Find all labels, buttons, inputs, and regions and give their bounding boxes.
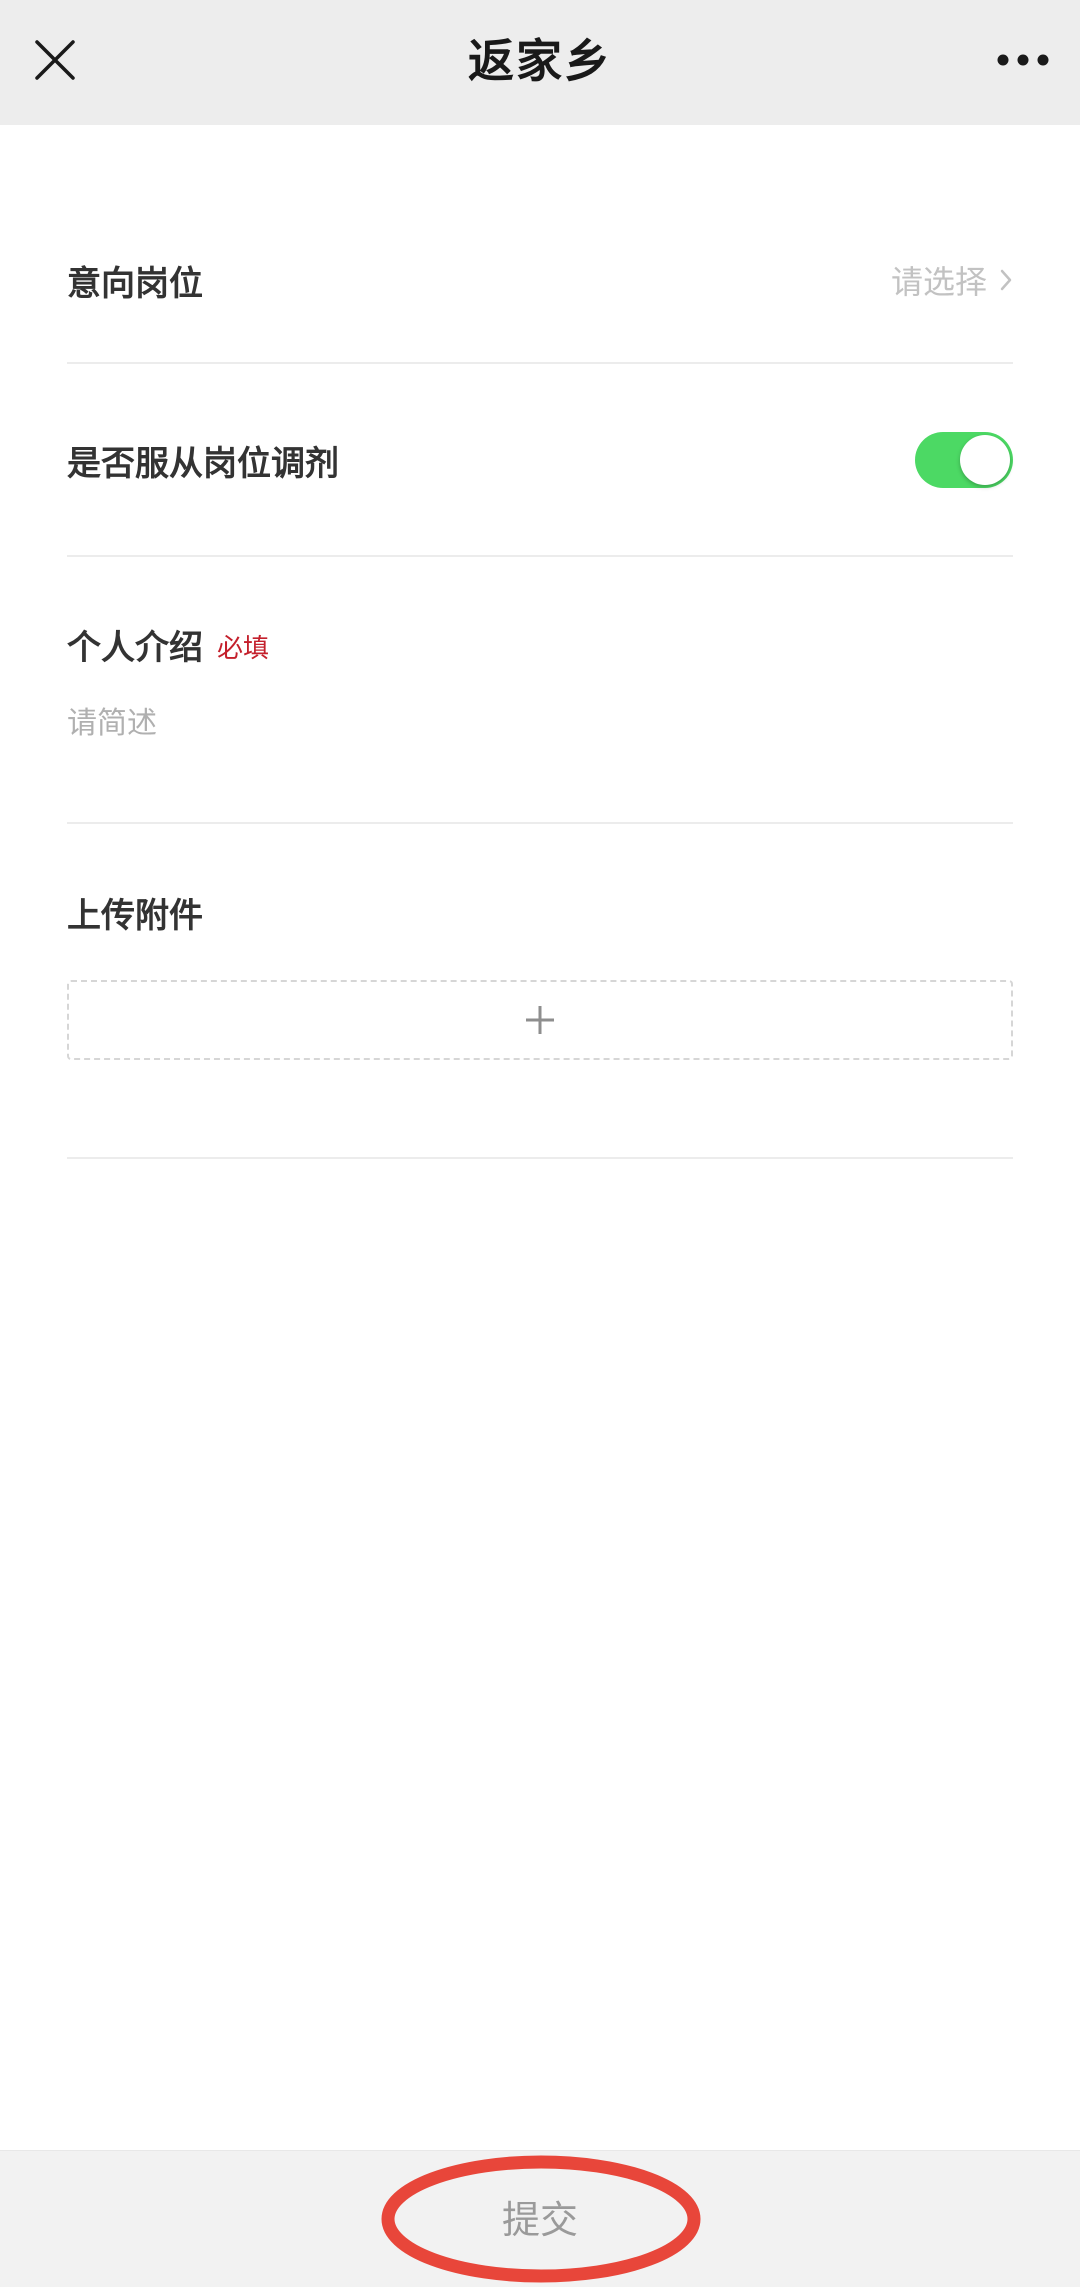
- divider: [67, 362, 1013, 364]
- adjust-row: 是否服从岗位调剂: [67, 420, 1013, 500]
- divider: [67, 1157, 1013, 1159]
- form-page: 返家乡 意向岗位 请选择 是否服从岗位调剂 个人介绍 必填 请简述 上传附件 提…: [0, 0, 1080, 2287]
- upload-attachment-button[interactable]: [67, 980, 1013, 1060]
- plus-icon: [526, 1006, 554, 1034]
- required-tag: 必填: [217, 634, 270, 664]
- position-row: 意向岗位 请选择: [67, 240, 1013, 320]
- divider: [67, 822, 1013, 824]
- top-navbar: 返家乡: [0, 0, 1080, 125]
- chevron-right-icon: [999, 268, 1013, 292]
- upload-row: 上传附件: [67, 880, 1013, 1080]
- bottom-bar: 提交: [0, 2150, 1080, 2287]
- position-picker-placeholder: 请选择: [890, 263, 987, 301]
- divider: [67, 555, 1013, 557]
- more-button[interactable]: [988, 28, 1058, 92]
- intro-row: 个人介绍 必填: [67, 610, 1013, 760]
- adjust-toggle[interactable]: [915, 432, 1013, 488]
- intro-input[interactable]: [67, 695, 1013, 751]
- intro-label: 个人介绍: [67, 628, 203, 668]
- submit-button[interactable]: 提交: [0, 2151, 1080, 2287]
- page-title: 返家乡: [468, 34, 612, 88]
- more-horizontal-icon: [997, 54, 1049, 66]
- upload-label: 上传附件: [67, 896, 203, 936]
- adjust-label: 是否服从岗位调剂: [67, 444, 339, 484]
- position-picker[interactable]: 请选择: [891, 250, 1013, 310]
- position-label: 意向岗位: [67, 264, 203, 304]
- toggle-knob: [960, 435, 1010, 485]
